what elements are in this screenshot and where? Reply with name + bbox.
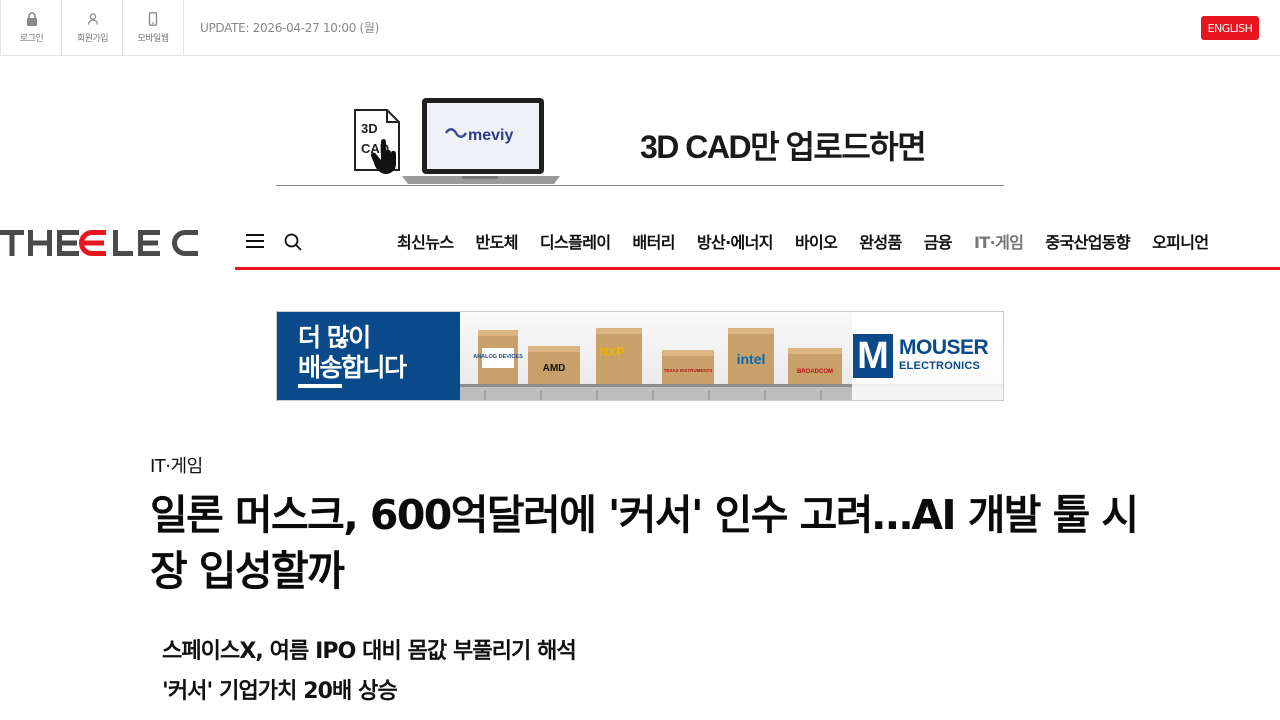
mouser-m-mark: M [853,334,893,378]
doc-text-3d: 3D [361,121,378,136]
nav-divider [235,267,1280,270]
article-category[interactable]: IT·게임 [150,452,203,478]
mouser-logo: M MOUSER ELECTRONICS [853,334,989,380]
english-button[interactable]: ENGLISH [1201,16,1259,40]
nav-item-opinion[interactable]: 오피니언 [1141,229,1219,253]
nav-item-finished-goods[interactable]: 완성품 [848,229,912,253]
signup-link[interactable]: 회원가입 [61,0,123,55]
nav-item-latest-news[interactable]: 최신뉴스 [386,229,464,253]
ad-headline: 3D CAD만 업로드하면 [640,129,927,165]
top-banner-ad[interactable]: 3D CAD meviy 3D CAD만 업로드하면 [276,92,1004,186]
theelec-logo[interactable] [0,226,202,260]
nav-item-bio[interactable]: 바이오 [784,229,848,253]
box-label-amd: AMD [543,363,566,374]
mobile-web-label: 모바일웹 [137,33,169,44]
article-subtitle: '커서' 기업가치 20배 상승 [162,679,398,704]
nav-item-china-industry[interactable]: 중국산업동향 [1034,229,1141,253]
article-subtitles: 스페이스X, 여름 IPO 대비 몸값 부풀리기 해석 '커서' 기업가치 20… [162,632,577,712]
meviy-logo-text: meviy [468,127,513,144]
ad-underline [298,384,342,388]
mouser-subwordmark: ELECTRONICS [899,360,981,372]
nav-item-battery[interactable]: 배터리 [621,229,685,253]
box-label-ti: TEXAS INSTRUMENTS [664,368,713,373]
search-icon[interactable] [284,233,302,251]
nav-item-defense-energy[interactable]: 방산·에너지 [686,229,784,253]
login-link[interactable]: 로그인 [0,0,62,55]
mouser-banner-ad[interactable]: 더 많이 배송합니다 ANALOG DEVICES AMD NXP TEXAS … [276,311,1004,401]
box-label-intel: intel [737,351,766,367]
box-label-adi: ANALOG DEVICES [473,354,523,360]
top-utility-bar: 로그인 회원가입 모바일웹 UPDATE: 2026-04-27 10:00 (… [0,0,1280,56]
box-label-nxp: NXP [600,345,625,359]
nav-item-finance[interactable]: 금융 [913,229,963,253]
mouser-wordmark: MOUSER [899,336,989,359]
ad-blue-panel: 더 많이 배송합니다 [277,312,460,400]
mobile-phone-icon [148,11,158,26]
nav-item-it-game[interactable]: IT·게임 [963,229,1034,253]
article-title: 일론 머스크, 600억달러에 '커서' 인수 고려…AI 개발 툴 시장 입성… [150,491,1139,595]
hamburger-menu-icon[interactable] [245,232,265,250]
laptop-illustration: meviy [402,98,560,184]
update-timestamp: UPDATE: 2026-04-27 10:00 (월) [200,21,380,35]
mobile-web-link[interactable]: 모바일웹 [122,0,184,55]
nav-item-display[interactable]: 디스플레이 [529,229,622,253]
login-label: 로그인 [19,33,44,44]
ad-text-line2: 배송합니다 [298,353,407,382]
article-subtitle: 스페이스X, 여름 IPO 대비 몸값 부풀리기 해석 [162,639,577,664]
nav-item-semiconductor[interactable]: 반도체 [464,229,528,253]
user-icon [87,12,98,25]
box-label-broadcom: BROADCOM [797,369,833,375]
lock-icon [26,11,37,26]
signup-label: 회원가입 [76,33,109,44]
main-navigation: 최신뉴스 반도체 디스플레이 배터리 방산·에너지 바이오 완성품 금융 IT·… [386,229,1220,253]
